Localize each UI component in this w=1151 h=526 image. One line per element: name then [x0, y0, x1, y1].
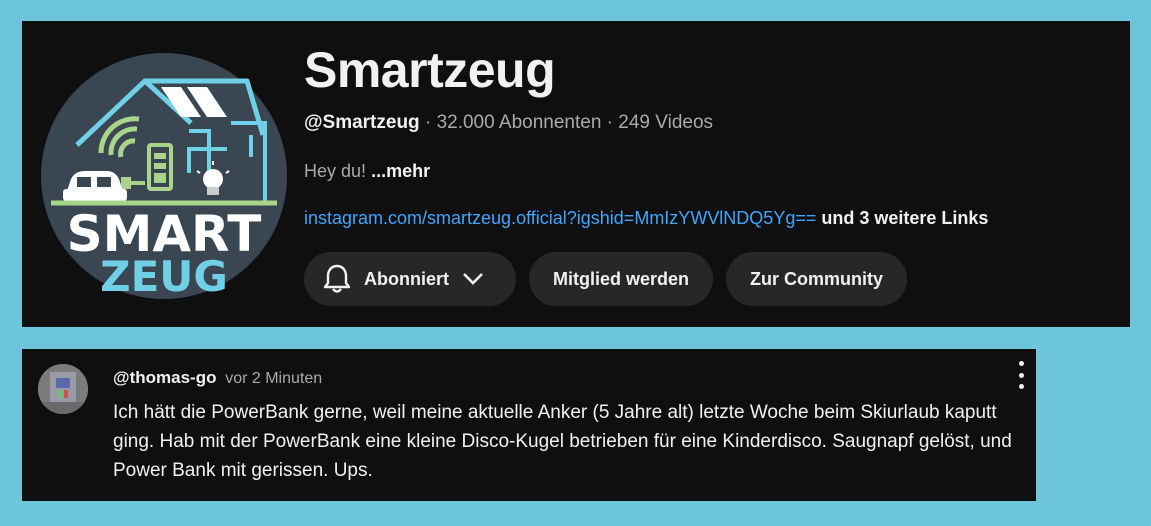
- subscriber-count: 32.000 Abonnenten: [436, 112, 602, 133]
- comment-text: Ich hätt die PowerBank gerne, weil meine…: [113, 402, 1012, 481]
- subscribed-button[interactable]: Abonniert: [304, 252, 516, 306]
- comment-avatar[interactable]: [38, 364, 88, 414]
- video-count: 249 Videos: [618, 112, 714, 133]
- join-button[interactable]: Mitglied werden: [529, 252, 714, 306]
- smartzeug-logo: SMART ZEUG: [41, 53, 287, 301]
- more-links-button[interactable]: und 3 weitere Links: [821, 208, 988, 228]
- meta-separator: ·: [601, 112, 619, 133]
- comment-author[interactable]: @thomas-go: [113, 368, 216, 387]
- comment-header: @thomas-go vor 2 Minuten: [113, 368, 322, 388]
- description-text: Hey du!: [304, 161, 367, 181]
- meta-separator: ·: [419, 112, 437, 133]
- bell-icon: [322, 263, 352, 295]
- logo-text-zeug: ZEUG: [100, 252, 228, 299]
- community-button[interactable]: Zur Community: [726, 252, 908, 306]
- more-vert-icon[interactable]: [1014, 361, 1028, 389]
- channel-description[interactable]: Hey du! ...mehr: [304, 161, 430, 182]
- instagram-link[interactable]: instagram.com/smartzeug.official?igshid=…: [304, 208, 816, 228]
- comment-time[interactable]: vor 2 Minuten: [225, 370, 322, 387]
- channel-header: SMART ZEUG Smartzeug @Smartzeug · 32.000…: [22, 21, 1130, 327]
- kebab-dot: [1018, 384, 1024, 389]
- channel-info: Smartzeug @Smartzeug · 32.000 Abonnenten…: [304, 21, 1130, 327]
- channel-links: instagram.com/smartzeug.official?igshid=…: [304, 208, 988, 229]
- kebab-dot: [1018, 361, 1024, 366]
- kebab-dot: [1018, 372, 1024, 378]
- comment: @thomas-go vor 2 Minuten Ich hätt die Po…: [22, 349, 1036, 501]
- channel-avatar[interactable]: SMART ZEUG: [41, 53, 287, 301]
- chevron-down-icon: [461, 272, 485, 286]
- description-more-link[interactable]: ...mehr: [371, 161, 430, 181]
- channel-title: Smartzeug: [304, 42, 556, 98]
- channel-handle[interactable]: @Smartzeug: [304, 112, 420, 133]
- channel-meta: @Smartzeug · 32.000 Abonnenten · 249 Vid…: [304, 112, 713, 134]
- subscribed-label: Abonniert: [364, 268, 449, 289]
- channel-actions: Abonniert Mitglied werden Zur Community: [304, 252, 908, 306]
